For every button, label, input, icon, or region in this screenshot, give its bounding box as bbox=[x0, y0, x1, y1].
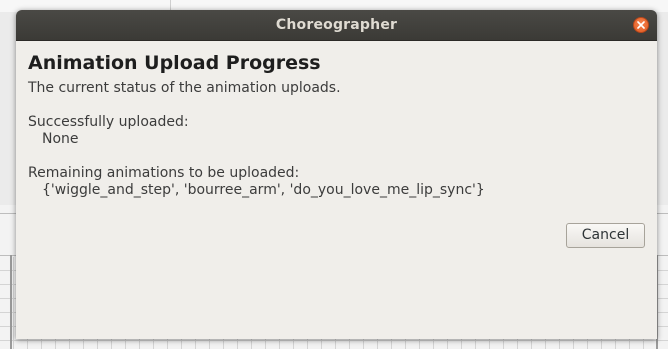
dialog-heading: Animation Upload Progress bbox=[28, 52, 321, 74]
upload-progress-dialog: Choreographer Animation Upload Progress … bbox=[16, 10, 657, 339]
window-title: Choreographer bbox=[275, 17, 398, 33]
successful-uploads-label: Successfully uploaded: bbox=[28, 114, 189, 130]
remaining-uploads-value: {'wiggle_and_step', 'bourree_arm', 'do_y… bbox=[42, 182, 485, 198]
dialog-subtitle: The current status of the animation uplo… bbox=[28, 80, 341, 96]
successful-uploads-value: None bbox=[42, 131, 79, 147]
close-button[interactable] bbox=[633, 17, 649, 33]
close-icon bbox=[637, 21, 645, 29]
remaining-uploads-label: Remaining animations to be uploaded: bbox=[28, 165, 300, 181]
cancel-button[interactable]: Cancel bbox=[566, 223, 645, 248]
background-scroll-edge bbox=[10, 255, 12, 349]
dialog-content: Animation Upload Progress The current st… bbox=[28, 51, 645, 199]
title-bar[interactable]: Choreographer bbox=[16, 10, 657, 41]
